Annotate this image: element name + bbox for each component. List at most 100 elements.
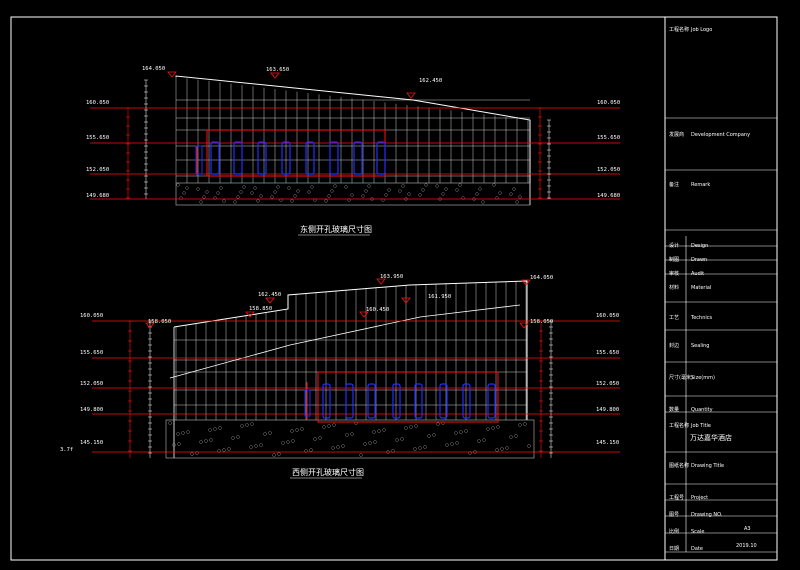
stone xyxy=(219,186,223,190)
east-left-level: 160.050 xyxy=(86,100,109,106)
stone xyxy=(350,193,354,197)
east-roofline xyxy=(175,75,531,205)
title-block-cn-label: 设计 xyxy=(669,242,679,249)
west-top-label: 158.050 xyxy=(148,319,171,325)
title-block-rows: 工程名称 Job Logo发展商 Development Company备注 Rema… xyxy=(669,26,750,552)
glass-panel xyxy=(392,383,401,419)
title-block-en-label: Drawn xyxy=(691,257,707,263)
stone xyxy=(227,447,231,451)
east-right-level: 155.650 xyxy=(597,135,620,141)
title-block-en-label: Project xyxy=(691,495,708,501)
title-block-cn-label: 工艺 xyxy=(669,315,679,321)
title-block-cn-label: 材料 xyxy=(669,284,679,291)
west-top-label: 161.950 xyxy=(428,294,451,300)
stone xyxy=(199,200,203,204)
stone xyxy=(270,195,274,199)
title-block-en-label: Size(mm) xyxy=(691,375,715,381)
stone xyxy=(242,185,246,189)
stone xyxy=(341,444,345,448)
stone xyxy=(204,439,208,443)
stone xyxy=(236,435,240,439)
stone xyxy=(176,432,180,436)
cad-drawing-sheet: 164.050 163.650 162.450 160.050 155.650 … xyxy=(10,16,778,561)
stone xyxy=(259,194,263,198)
stone xyxy=(491,426,495,430)
stone xyxy=(401,184,405,188)
stone xyxy=(185,186,189,190)
stone xyxy=(318,436,322,440)
scale-value: A3 xyxy=(744,526,751,532)
stone xyxy=(435,184,439,188)
stone xyxy=(202,195,206,199)
stone xyxy=(418,193,422,197)
stone xyxy=(263,432,267,436)
west-left-level: 149.800 xyxy=(80,407,103,413)
stone xyxy=(336,445,340,449)
stone xyxy=(259,443,263,447)
stone xyxy=(218,426,222,430)
glass-panel xyxy=(322,383,331,419)
stone xyxy=(477,439,481,443)
stone xyxy=(441,192,445,196)
stone xyxy=(268,431,272,435)
stone xyxy=(455,188,459,192)
stone xyxy=(496,425,500,429)
west-top-label: 158.050 xyxy=(530,319,553,325)
stone xyxy=(384,193,388,197)
glass-panel xyxy=(257,141,267,175)
stone xyxy=(256,199,260,203)
stone xyxy=(373,440,377,444)
stone xyxy=(414,424,418,428)
east-glass-panels xyxy=(195,141,386,175)
stone xyxy=(350,432,354,436)
title-block-en-label: Scale xyxy=(691,529,704,535)
stone xyxy=(481,200,485,204)
stone xyxy=(239,190,243,194)
east-left-level: 155.650 xyxy=(86,135,109,141)
stone xyxy=(407,192,411,196)
west-lower-roofline xyxy=(169,304,521,379)
west-glass-panels xyxy=(304,383,496,419)
glass-panel xyxy=(345,383,354,419)
west-top-label: 158.850 xyxy=(249,306,272,312)
west-top-label: 164.050 xyxy=(530,275,553,281)
stone xyxy=(186,430,190,434)
stone xyxy=(327,424,331,428)
stone xyxy=(296,189,300,193)
stone xyxy=(290,429,294,433)
stone xyxy=(168,421,172,425)
title-block-cn-label: 审核 xyxy=(669,270,679,277)
stone xyxy=(512,187,516,191)
title-block-en-label: Job Logo xyxy=(690,27,712,33)
title-block-frame xyxy=(664,16,778,561)
stone xyxy=(310,185,314,189)
stone xyxy=(486,427,490,431)
stone xyxy=(291,439,295,443)
west-stone-texture xyxy=(168,421,531,457)
stone xyxy=(400,437,404,441)
stone xyxy=(332,423,336,427)
stone xyxy=(432,433,436,437)
stone xyxy=(222,199,226,203)
stone xyxy=(409,425,413,429)
glass-panel xyxy=(305,141,315,175)
west-elevation: 163.950 164.050 162.450 161.950 160.450 … xyxy=(60,274,620,479)
stone xyxy=(364,189,368,193)
title-block-cn-label: 图纸名称 xyxy=(669,462,689,469)
stone xyxy=(382,428,386,432)
job-title-value: 万达嘉华酒店 xyxy=(690,433,732,442)
stone xyxy=(286,440,290,444)
stone xyxy=(427,434,431,438)
stone xyxy=(281,441,285,445)
stone xyxy=(515,200,519,204)
title-block-cn-label: 发展商 xyxy=(669,131,684,138)
stone xyxy=(295,428,299,432)
stone xyxy=(498,191,502,195)
stone xyxy=(249,445,253,449)
stone xyxy=(177,442,181,446)
west-right-level: 149.800 xyxy=(596,407,619,413)
east-right-level: 160.050 xyxy=(597,100,620,106)
stone xyxy=(475,192,479,196)
stone xyxy=(363,442,367,446)
stone xyxy=(424,183,428,187)
